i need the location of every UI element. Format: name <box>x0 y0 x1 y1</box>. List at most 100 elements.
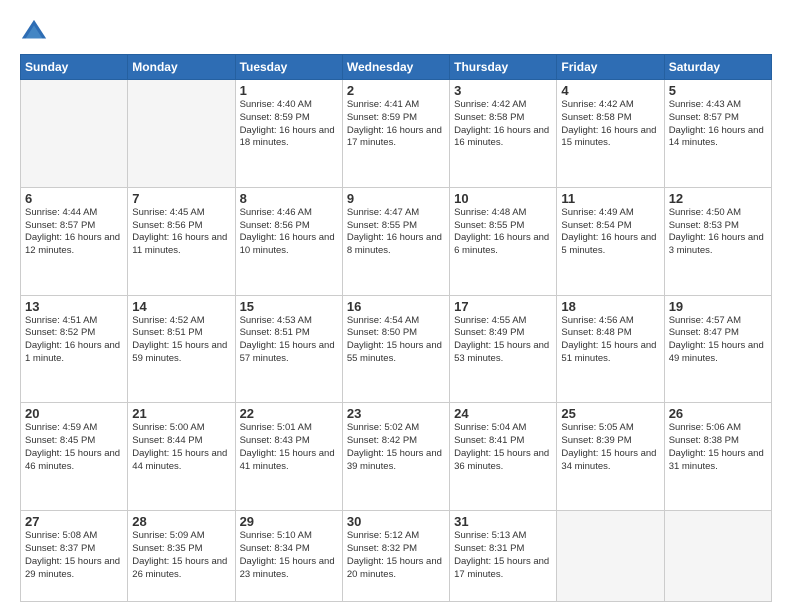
day-info: Sunrise: 5:05 AM Sunset: 8:39 PM Dayligh… <box>561 422 659 473</box>
calendar-cell <box>128 80 235 188</box>
calendar-cell: 18Sunrise: 4:56 AM Sunset: 8:48 PM Dayli… <box>557 295 664 403</box>
day-number: 16 <box>347 299 445 314</box>
calendar-cell: 22Sunrise: 5:01 AM Sunset: 8:43 PM Dayli… <box>235 403 342 511</box>
day-number: 28 <box>132 514 230 529</box>
day-number: 23 <box>347 406 445 421</box>
day-number: 3 <box>454 83 552 98</box>
calendar-cell: 20Sunrise: 4:59 AM Sunset: 8:45 PM Dayli… <box>21 403 128 511</box>
week-row-3: 13Sunrise: 4:51 AM Sunset: 8:52 PM Dayli… <box>21 295 772 403</box>
day-number: 11 <box>561 191 659 206</box>
day-info: Sunrise: 4:53 AM Sunset: 8:51 PM Dayligh… <box>240 315 338 366</box>
calendar-cell: 2Sunrise: 4:41 AM Sunset: 8:59 PM Daylig… <box>342 80 449 188</box>
day-info: Sunrise: 4:56 AM Sunset: 8:48 PM Dayligh… <box>561 315 659 366</box>
day-number: 12 <box>669 191 767 206</box>
weekday-header-row: SundayMondayTuesdayWednesdayThursdayFrid… <box>21 55 772 80</box>
day-number: 14 <box>132 299 230 314</box>
day-number: 13 <box>25 299 123 314</box>
weekday-header-friday: Friday <box>557 55 664 80</box>
calendar-cell <box>664 511 771 602</box>
calendar-cell: 19Sunrise: 4:57 AM Sunset: 8:47 PM Dayli… <box>664 295 771 403</box>
day-number: 4 <box>561 83 659 98</box>
day-info: Sunrise: 4:42 AM Sunset: 8:58 PM Dayligh… <box>561 99 659 150</box>
day-info: Sunrise: 4:52 AM Sunset: 8:51 PM Dayligh… <box>132 315 230 366</box>
day-number: 10 <box>454 191 552 206</box>
logo <box>20 18 52 46</box>
day-info: Sunrise: 4:54 AM Sunset: 8:50 PM Dayligh… <box>347 315 445 366</box>
day-info: Sunrise: 4:43 AM Sunset: 8:57 PM Dayligh… <box>669 99 767 150</box>
day-info: Sunrise: 4:49 AM Sunset: 8:54 PM Dayligh… <box>561 207 659 258</box>
day-info: Sunrise: 5:13 AM Sunset: 8:31 PM Dayligh… <box>454 530 552 581</box>
day-number: 27 <box>25 514 123 529</box>
weekday-header-wednesday: Wednesday <box>342 55 449 80</box>
calendar-cell: 21Sunrise: 5:00 AM Sunset: 8:44 PM Dayli… <box>128 403 235 511</box>
day-number: 31 <box>454 514 552 529</box>
calendar-cell: 12Sunrise: 4:50 AM Sunset: 8:53 PM Dayli… <box>664 187 771 295</box>
week-row-4: 20Sunrise: 4:59 AM Sunset: 8:45 PM Dayli… <box>21 403 772 511</box>
calendar-cell: 23Sunrise: 5:02 AM Sunset: 8:42 PM Dayli… <box>342 403 449 511</box>
calendar-cell: 24Sunrise: 5:04 AM Sunset: 8:41 PM Dayli… <box>450 403 557 511</box>
calendar-cell: 9Sunrise: 4:47 AM Sunset: 8:55 PM Daylig… <box>342 187 449 295</box>
day-number: 24 <box>454 406 552 421</box>
day-info: Sunrise: 4:45 AM Sunset: 8:56 PM Dayligh… <box>132 207 230 258</box>
day-number: 9 <box>347 191 445 206</box>
day-info: Sunrise: 4:40 AM Sunset: 8:59 PM Dayligh… <box>240 99 338 150</box>
week-row-1: 1Sunrise: 4:40 AM Sunset: 8:59 PM Daylig… <box>21 80 772 188</box>
header <box>20 18 772 46</box>
calendar-cell: 26Sunrise: 5:06 AM Sunset: 8:38 PM Dayli… <box>664 403 771 511</box>
day-info: Sunrise: 5:02 AM Sunset: 8:42 PM Dayligh… <box>347 422 445 473</box>
calendar: SundayMondayTuesdayWednesdayThursdayFrid… <box>20 54 772 602</box>
day-number: 20 <box>25 406 123 421</box>
calendar-cell: 27Sunrise: 5:08 AM Sunset: 8:37 PM Dayli… <box>21 511 128 602</box>
day-number: 5 <box>669 83 767 98</box>
weekday-header-monday: Monday <box>128 55 235 80</box>
calendar-cell: 8Sunrise: 4:46 AM Sunset: 8:56 PM Daylig… <box>235 187 342 295</box>
day-info: Sunrise: 5:06 AM Sunset: 8:38 PM Dayligh… <box>669 422 767 473</box>
day-info: Sunrise: 4:50 AM Sunset: 8:53 PM Dayligh… <box>669 207 767 258</box>
calendar-cell: 3Sunrise: 4:42 AM Sunset: 8:58 PM Daylig… <box>450 80 557 188</box>
calendar-cell: 7Sunrise: 4:45 AM Sunset: 8:56 PM Daylig… <box>128 187 235 295</box>
day-number: 19 <box>669 299 767 314</box>
day-info: Sunrise: 4:47 AM Sunset: 8:55 PM Dayligh… <box>347 207 445 258</box>
day-info: Sunrise: 4:48 AM Sunset: 8:55 PM Dayligh… <box>454 207 552 258</box>
page: SundayMondayTuesdayWednesdayThursdayFrid… <box>0 0 792 612</box>
day-info: Sunrise: 5:00 AM Sunset: 8:44 PM Dayligh… <box>132 422 230 473</box>
calendar-cell: 10Sunrise: 4:48 AM Sunset: 8:55 PM Dayli… <box>450 187 557 295</box>
day-info: Sunrise: 5:09 AM Sunset: 8:35 PM Dayligh… <box>132 530 230 581</box>
calendar-cell: 11Sunrise: 4:49 AM Sunset: 8:54 PM Dayli… <box>557 187 664 295</box>
calendar-cell: 13Sunrise: 4:51 AM Sunset: 8:52 PM Dayli… <box>21 295 128 403</box>
day-number: 30 <box>347 514 445 529</box>
day-number: 22 <box>240 406 338 421</box>
day-number: 7 <box>132 191 230 206</box>
calendar-cell: 25Sunrise: 5:05 AM Sunset: 8:39 PM Dayli… <box>557 403 664 511</box>
calendar-cell: 15Sunrise: 4:53 AM Sunset: 8:51 PM Dayli… <box>235 295 342 403</box>
calendar-cell: 29Sunrise: 5:10 AM Sunset: 8:34 PM Dayli… <box>235 511 342 602</box>
day-number: 25 <box>561 406 659 421</box>
logo-icon <box>20 18 48 46</box>
calendar-cell: 28Sunrise: 5:09 AM Sunset: 8:35 PM Dayli… <box>128 511 235 602</box>
calendar-cell: 6Sunrise: 4:44 AM Sunset: 8:57 PM Daylig… <box>21 187 128 295</box>
weekday-header-thursday: Thursday <box>450 55 557 80</box>
day-info: Sunrise: 5:10 AM Sunset: 8:34 PM Dayligh… <box>240 530 338 581</box>
week-row-2: 6Sunrise: 4:44 AM Sunset: 8:57 PM Daylig… <box>21 187 772 295</box>
day-info: Sunrise: 4:59 AM Sunset: 8:45 PM Dayligh… <box>25 422 123 473</box>
day-number: 6 <box>25 191 123 206</box>
day-info: Sunrise: 4:57 AM Sunset: 8:47 PM Dayligh… <box>669 315 767 366</box>
calendar-cell <box>21 80 128 188</box>
day-number: 21 <box>132 406 230 421</box>
calendar-cell: 4Sunrise: 4:42 AM Sunset: 8:58 PM Daylig… <box>557 80 664 188</box>
day-info: Sunrise: 5:12 AM Sunset: 8:32 PM Dayligh… <box>347 530 445 581</box>
day-info: Sunrise: 4:55 AM Sunset: 8:49 PM Dayligh… <box>454 315 552 366</box>
calendar-cell: 31Sunrise: 5:13 AM Sunset: 8:31 PM Dayli… <box>450 511 557 602</box>
day-info: Sunrise: 4:46 AM Sunset: 8:56 PM Dayligh… <box>240 207 338 258</box>
day-info: Sunrise: 5:04 AM Sunset: 8:41 PM Dayligh… <box>454 422 552 473</box>
calendar-cell: 5Sunrise: 4:43 AM Sunset: 8:57 PM Daylig… <box>664 80 771 188</box>
day-info: Sunrise: 5:01 AM Sunset: 8:43 PM Dayligh… <box>240 422 338 473</box>
day-number: 29 <box>240 514 338 529</box>
weekday-header-tuesday: Tuesday <box>235 55 342 80</box>
day-number: 1 <box>240 83 338 98</box>
day-number: 2 <box>347 83 445 98</box>
day-number: 18 <box>561 299 659 314</box>
day-number: 8 <box>240 191 338 206</box>
calendar-cell <box>557 511 664 602</box>
week-row-5: 27Sunrise: 5:08 AM Sunset: 8:37 PM Dayli… <box>21 511 772 602</box>
